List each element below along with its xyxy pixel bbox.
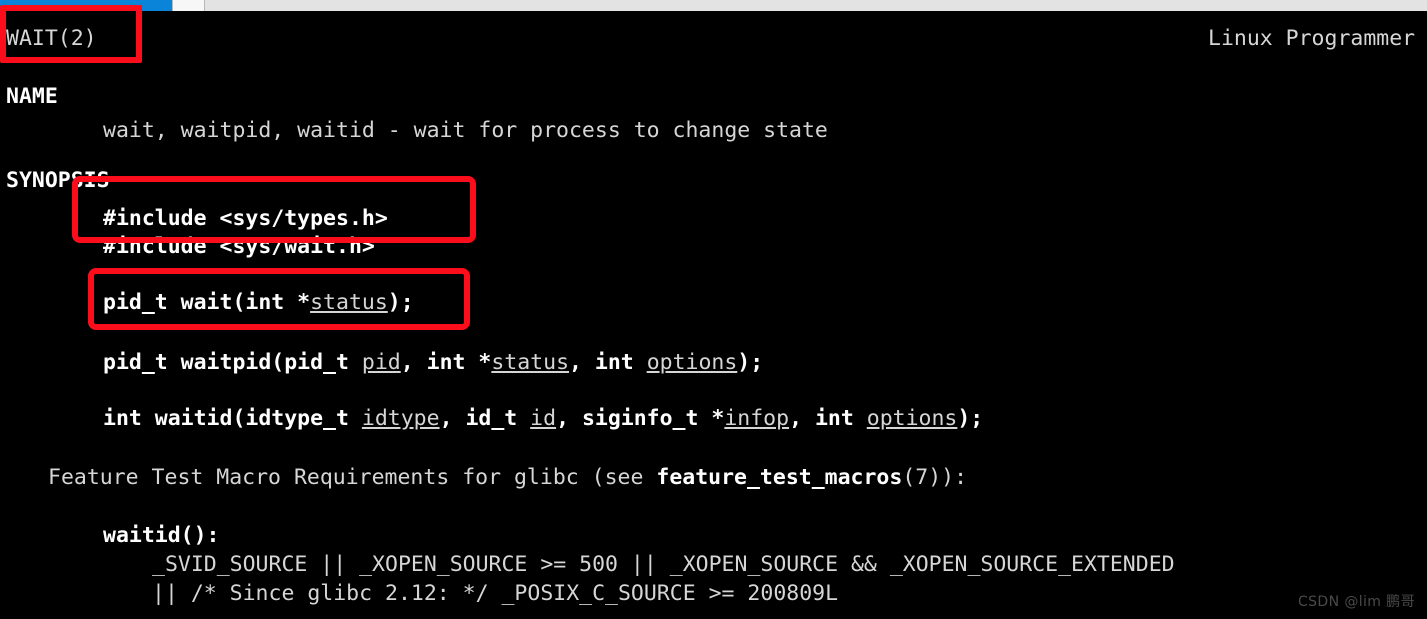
section-heading-synopsis: SYNOPSIS: [6, 168, 110, 193]
scroll-thumb[interactable]: [172, 0, 205, 11]
prototype-waitid-p1: int waitid(idtype_t: [103, 406, 362, 431]
manpage-header-right: Linux Programmer: [1208, 26, 1416, 51]
include-line-types: #include <sys/types.h>: [103, 206, 388, 231]
prototype-wait: pid_t wait(int *status);: [103, 288, 414, 318]
prototype-waitpid-param-options: options: [646, 350, 738, 375]
man-page-content: WAIT(2) Linux Programmer NAME wait, wait…: [0, 14, 1427, 619]
prototype-waitid-p4: , int: [789, 406, 867, 431]
feature-test-func-waitid: waitid():: [103, 523, 220, 548]
window-top-strip: [0, 0, 1427, 11]
prototype-waitid-p3: , siginfo_t *: [556, 406, 725, 431]
feature-test-macro-line: Feature Test Macro Requirements for glib…: [48, 463, 967, 493]
prototype-wait-param-status: status: [310, 290, 388, 315]
feature-test-pre: Feature Test Macro Requirements for glib…: [48, 465, 657, 490]
scroll-track[interactable]: [205, 0, 1427, 11]
name-section-body: wait, waitpid, waitid - wait for process…: [103, 118, 828, 143]
manpage-header-left: WAIT(2): [6, 26, 97, 51]
prototype-wait-pre: pid_t wait(int *: [103, 290, 311, 315]
feature-test-requirement-line-1: _SVID_SOURCE || _XOPEN_SOURCE >= 500 || …: [152, 552, 1175, 577]
prototype-waitid-param-idtype: idtype: [361, 406, 440, 431]
terminal-screen: WAIT(2) Linux Programmer NAME wait, wait…: [0, 0, 1427, 619]
blue-progress-segment-left: [0, 0, 145, 11]
feature-test-requirement-line-2: || /* Since glibc 2.12: */ _POSIX_C_SOUR…: [152, 581, 839, 606]
prototype-waitpid-param-pid: pid: [361, 350, 401, 375]
prototype-waitpid-p1: pid_t waitpid(pid_t: [103, 350, 362, 375]
prototype-waitpid-p2: , int *: [400, 350, 492, 375]
feature-test-macros-ref: feature_test_macros: [656, 465, 903, 490]
prototype-waitid-param-infop: infop: [724, 406, 790, 431]
prototype-waitpid-p4: );: [737, 350, 764, 375]
prototype-waitpid: pid_t waitpid(pid_t pid, int *status, in…: [103, 348, 763, 378]
csdn-watermark: CSDN @lim 鹏哥: [1297, 594, 1415, 610]
prototype-waitid: int waitid(idtype_t idtype, id_t id, sig…: [103, 404, 983, 434]
feature-test-post: (7)):: [902, 465, 968, 490]
prototype-waitid-p5: );: [957, 406, 984, 431]
include-line-wait: #include <sys/wait.h>: [103, 234, 375, 259]
blue-progress-segment-right: [145, 0, 172, 11]
prototype-wait-post: );: [387, 290, 414, 315]
prototype-waitpid-p3: , int: [569, 350, 647, 375]
prototype-waitid-param-id: id: [530, 406, 557, 431]
prototype-waitpid-param-status: status: [491, 350, 570, 375]
prototype-waitid-param-options: options: [866, 406, 958, 431]
prototype-waitid-p2: , id_t: [439, 406, 531, 431]
section-heading-name: NAME: [6, 84, 58, 109]
